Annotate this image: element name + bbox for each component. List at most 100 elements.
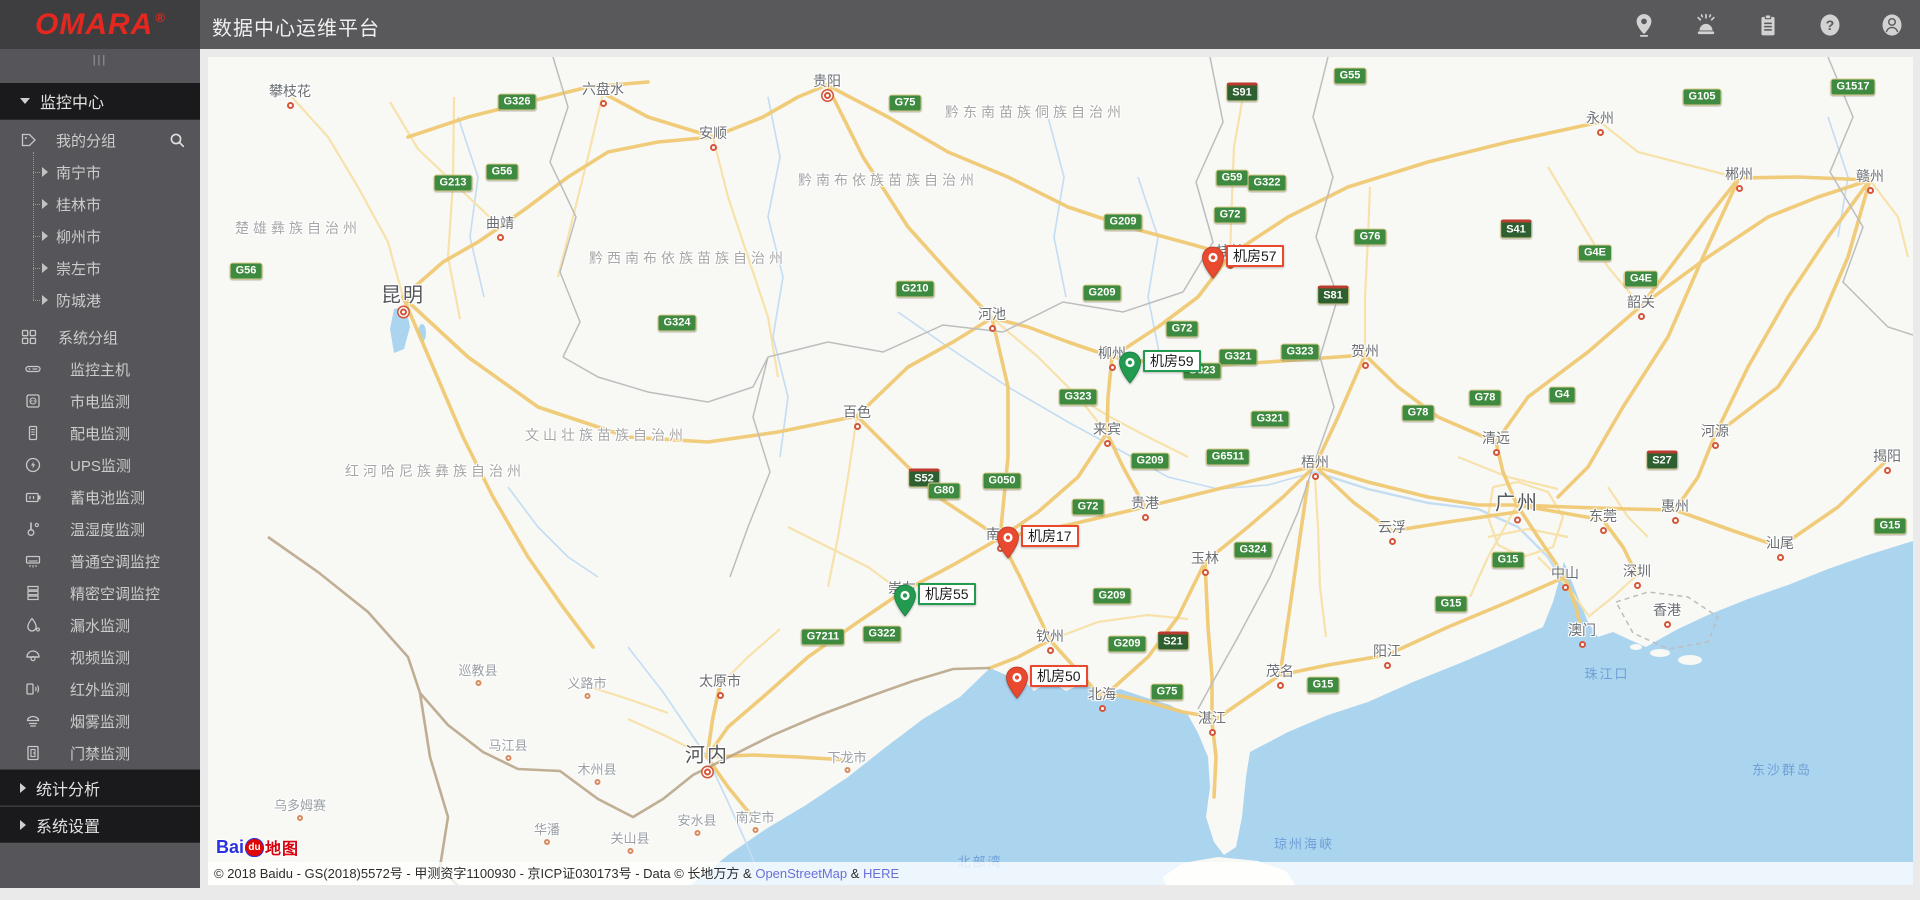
map-base-layer bbox=[208, 57, 1913, 885]
header-toolbar bbox=[1632, 0, 1906, 49]
sidebar-collapse-grip[interactable]: ||| bbox=[0, 49, 200, 83]
pin-icon bbox=[893, 584, 917, 618]
map-attribution: © 2018 Baidu - GS(2018)5572号 - 甲测资字11009… bbox=[208, 862, 1913, 885]
caret-right-icon bbox=[42, 231, 48, 241]
section-label: 统计分析 bbox=[36, 776, 100, 800]
pin-icon bbox=[996, 526, 1020, 560]
section-settings[interactable]: 系统设置 bbox=[0, 806, 200, 843]
sidebar-item-city-group[interactable]: 柳州市 bbox=[0, 220, 200, 252]
room-marker-label[interactable]: 机房59 bbox=[1143, 350, 1201, 372]
sidebar-item-city-group[interactable]: 崇左市 bbox=[0, 252, 200, 284]
grid-icon bbox=[20, 328, 38, 346]
caret-right-icon bbox=[20, 820, 26, 830]
section-statistics[interactable]: 统计分析 bbox=[0, 769, 200, 806]
sidebar-item-system-groups[interactable]: 系统分组 bbox=[0, 321, 200, 353]
sidebar-item-video[interactable]: 视频监测 bbox=[0, 641, 200, 673]
acp-icon bbox=[24, 584, 42, 602]
brand-logo: OMARA ® bbox=[0, 0, 200, 49]
monitor-item-list: 监控主机 市电监测 配电监测 UPS监测 蓄电池监测 bbox=[0, 353, 200, 769]
pin-icon bbox=[1201, 246, 1225, 280]
sidebar-item-infrared[interactable]: 红外监测 bbox=[0, 673, 200, 705]
room-marker-label[interactable]: 机房50 bbox=[1030, 665, 1088, 687]
caret-right-icon bbox=[42, 263, 48, 273]
pin-icon bbox=[1118, 351, 1142, 385]
sidebar-item-door-access[interactable]: 门禁监测 bbox=[0, 737, 200, 769]
alarm-icon bbox=[1694, 13, 1718, 37]
sidebar-item-temp-humidity[interactable]: 温湿度监测 bbox=[0, 513, 200, 545]
sidebar-item-battery[interactable]: 蓄电池监测 bbox=[0, 481, 200, 513]
caret-right-icon bbox=[20, 783, 26, 793]
sidebar-item-city-group[interactable]: 桂林市 bbox=[0, 188, 200, 220]
sidebar-item-ac-precision[interactable]: 精密空调监控 bbox=[0, 577, 200, 609]
help-button[interactable] bbox=[1818, 12, 1844, 38]
caret-right-icon bbox=[42, 199, 48, 209]
here-link[interactable]: HERE bbox=[863, 866, 899, 881]
sidebar-item-mains-power[interactable]: 市电监测 bbox=[0, 385, 200, 417]
sidebar-item-label: 漏水监测 bbox=[70, 615, 130, 636]
city-group-label: 防城港 bbox=[56, 290, 101, 311]
location-button[interactable] bbox=[1632, 12, 1658, 38]
baidu-maps-logo[interactable]: Bai du 地图 bbox=[216, 835, 299, 859]
host-icon bbox=[24, 360, 42, 378]
sidebar-item-label: 精密空调监控 bbox=[70, 583, 160, 604]
room-marker-label[interactable]: 机房57 bbox=[1226, 245, 1284, 267]
sidebar-item-label: 烟雾监测 bbox=[70, 711, 130, 732]
page-title: 数据中心运维平台 bbox=[212, 12, 380, 41]
room-marker-label[interactable]: 机房55 bbox=[918, 583, 976, 605]
city-group-label: 桂林市 bbox=[56, 194, 101, 215]
map-canvas[interactable]: 楚雄彝族自治州红河哈尼族彝族自治州文山壮族苗族自治州黔西南布依族苗族自治州黔南布… bbox=[208, 57, 1913, 885]
ir-icon bbox=[24, 680, 42, 698]
battery-icon bbox=[24, 488, 42, 506]
sidebar-item-city-group[interactable]: 南宁市 bbox=[0, 156, 200, 188]
dist-icon bbox=[24, 424, 42, 442]
sidebar-item-label: UPS监测 bbox=[70, 455, 131, 476]
city-group-label: 崇左市 bbox=[56, 258, 101, 279]
app-header: OMARA ® 数据中心运维平台 bbox=[0, 0, 1920, 49]
section-label: 监控中心 bbox=[40, 89, 104, 113]
baidu-logo-map: 地图 bbox=[265, 835, 299, 859]
search-icon[interactable] bbox=[168, 131, 186, 149]
alarm-button[interactable] bbox=[1694, 12, 1720, 38]
sidebar-item-city-group[interactable]: 防城港 bbox=[0, 284, 200, 316]
logs-button[interactable] bbox=[1756, 12, 1782, 38]
sidebar-item-label: 门禁监测 bbox=[70, 743, 130, 764]
system-groups-label: 系统分组 bbox=[58, 327, 118, 348]
attribution-text: © 2018 Baidu - GS(2018)5572号 - 甲测资字11009… bbox=[214, 866, 755, 881]
sidebar: ||| 监控中心 我的分组 南宁市 桂林市 bbox=[0, 49, 200, 888]
sidebar-item-ups[interactable]: UPS监测 bbox=[0, 449, 200, 481]
sidebar-item-label: 监控主机 bbox=[70, 359, 130, 380]
monitor-tree: 我的分组 南宁市 桂林市 柳州市 崇左市 bbox=[0, 120, 200, 769]
pin-icon bbox=[1005, 666, 1029, 700]
sidebar-item-my-groups[interactable]: 我的分组 bbox=[0, 124, 200, 156]
sidebar-item-label: 红外监测 bbox=[70, 679, 130, 700]
sidebar-item-label: 普通空调监控 bbox=[70, 551, 160, 572]
caret-right-icon bbox=[42, 295, 48, 305]
video-icon bbox=[24, 648, 42, 666]
sidebar-bottom-sections: 统计分析 系统设置 bbox=[0, 769, 200, 843]
sidebar-item-label: 温湿度监测 bbox=[70, 519, 145, 540]
smoke-icon bbox=[24, 712, 42, 730]
city-group-label: 南宁市 bbox=[56, 162, 101, 183]
door-icon bbox=[24, 744, 42, 762]
ups-icon bbox=[24, 456, 42, 474]
sidebar-item-ac-normal[interactable]: 普通空调监控 bbox=[0, 545, 200, 577]
sidebar-item-smoke[interactable]: 烟雾监测 bbox=[0, 705, 200, 737]
sidebar-item-host[interactable]: 监控主机 bbox=[0, 353, 200, 385]
room-marker-label[interactable]: 机房17 bbox=[1021, 525, 1079, 547]
clipboard-icon bbox=[1756, 13, 1780, 37]
section-label: 系统设置 bbox=[36, 813, 100, 837]
app-window: OMARA ® 数据中心运维平台 ||| 监控中心 我的分组 南宁市 bbox=[0, 0, 1920, 900]
user-button[interactable] bbox=[1880, 12, 1906, 38]
sidebar-item-power-distribution[interactable]: 配电监测 bbox=[0, 417, 200, 449]
baidu-logo-bai: Bai bbox=[216, 837, 244, 858]
help-icon bbox=[1818, 13, 1842, 37]
brand-logo-text: OMARA bbox=[35, 8, 153, 42]
openstreetmap-link[interactable]: OpenStreetMap bbox=[755, 866, 847, 881]
my-groups-label: 我的分组 bbox=[56, 130, 116, 151]
ac-icon bbox=[24, 552, 42, 570]
user-icon bbox=[1880, 13, 1904, 37]
sidebar-item-water-leak[interactable]: 漏水监测 bbox=[0, 609, 200, 641]
sidebar-item-label: 市电监测 bbox=[70, 391, 130, 412]
map-pin-icon bbox=[1632, 13, 1656, 37]
section-monitor-center[interactable]: 监控中心 bbox=[0, 83, 200, 120]
